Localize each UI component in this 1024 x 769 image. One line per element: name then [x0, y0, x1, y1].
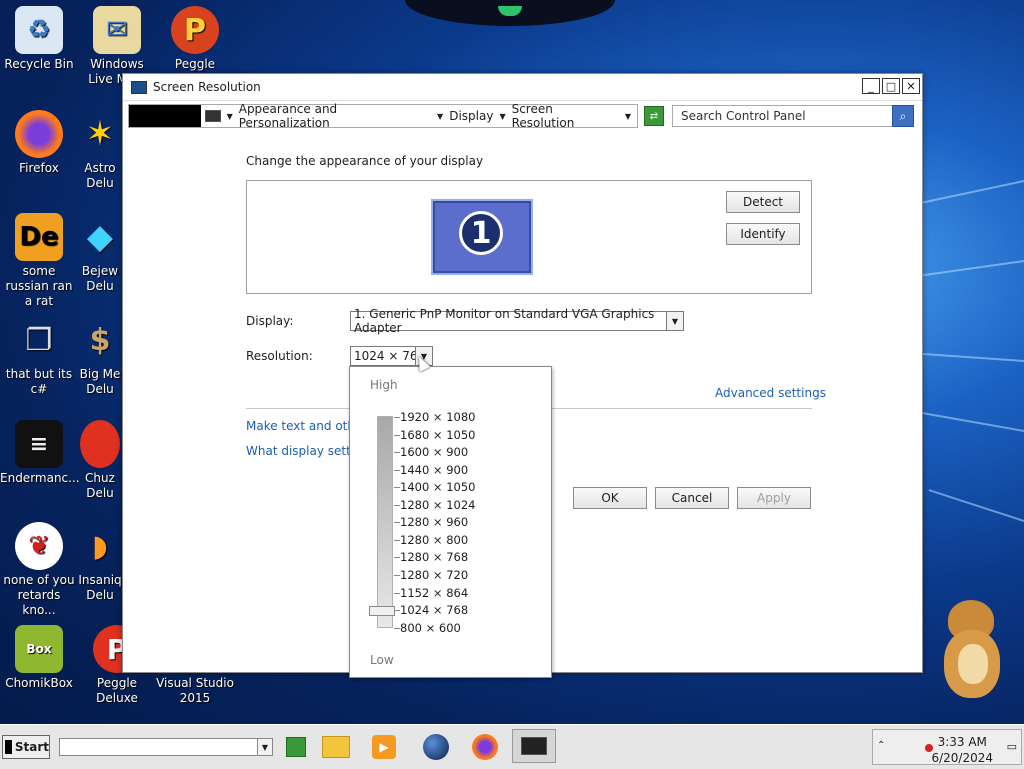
maximize-button[interactable]: □ [882, 78, 900, 94]
desktop-icon-recycle-bin[interactable]: ♻ Recycle Bin [0, 6, 78, 72]
window-title: Screen Resolution [153, 80, 261, 94]
hamster-mascot[interactable] [940, 600, 1006, 700]
dragon-icon: ❦ [15, 522, 63, 570]
resolution-option[interactable]: 1920 × 1080 [400, 410, 475, 424]
refresh-button[interactable]: ⇄ [644, 106, 664, 126]
address-bar[interactable]: ▼ Appearance and Personalization ▼ Displ… [128, 102, 638, 130]
breadcrumb-appearance[interactable]: Appearance and Personalization [239, 102, 431, 130]
peggle-icon: P [171, 6, 219, 54]
title-bar[interactable]: Screen Resolution _ □ ✕ [123, 74, 922, 100]
low-label: Low [370, 653, 394, 667]
system-tray: ⌃ 3:33 AM 6/20/2024 ▭ [872, 729, 1022, 765]
resolution-option[interactable]: 1400 × 1050 [400, 480, 475, 494]
desktop-icon-chuzzle[interactable]: Chuz Delu [78, 420, 122, 501]
resolution-slider-track[interactable] [377, 416, 393, 628]
notification-icon[interactable]: ▭ [1007, 740, 1017, 753]
breadcrumb-display[interactable]: Display [449, 109, 493, 123]
file-explorer-icon[interactable] [320, 732, 352, 762]
resolution-option[interactable]: 1280 × 720 [400, 568, 468, 582]
desktop-icon-chomikbox[interactable]: Box ChomikBox [0, 625, 78, 691]
control-panel-icon [204, 110, 221, 122]
monitor-number: 1 [459, 211, 503, 255]
resolution-dropdown: High 1920 × 1080 1680 × 1050 1600 × 900 144… [349, 366, 552, 678]
address-bar-row: ▼ Appearance and Personalization ▼ Displ… [123, 100, 922, 131]
resolution-option[interactable]: 1440 × 900 [400, 463, 468, 477]
address-dropdown-icon[interactable]: ▼ [625, 112, 631, 121]
firefox-icon [15, 110, 63, 158]
terminal-icon: ≡ [15, 420, 63, 468]
desktop-icon-none-of-you[interactable]: ❦ none of you retards kno... [0, 522, 78, 618]
ok-button[interactable]: OK [573, 487, 647, 509]
resolution-option[interactable]: 1280 × 1024 [400, 498, 475, 512]
resolution-label: Resolution: [246, 349, 313, 363]
resolution-option[interactable]: 1280 × 800 [400, 533, 468, 547]
mail-icon: ✉ [93, 6, 141, 54]
windows-stack-icon: ❐ [25, 322, 53, 358]
chevron-down-icon[interactable]: ▼ [666, 312, 683, 330]
identify-button[interactable]: Identify [726, 223, 800, 245]
desktop-icon-bejeweled[interactable]: ◆ Bejew Delu [78, 213, 122, 294]
redacted-block [129, 105, 201, 127]
app-de-icon: De [15, 213, 63, 261]
resolution-option[interactable]: 1600 × 900 [400, 445, 468, 459]
desktop-icon-astro[interactable]: ✶ Astro Delu [78, 110, 122, 191]
clock[interactable]: 3:33 AM 6/20/2024 [931, 734, 993, 766]
chevron-down-icon[interactable]: ▼ [227, 112, 233, 121]
chevron-up-icon[interactable]: ⌃ [877, 740, 885, 751]
chevron-down-icon[interactable]: ▼ [499, 112, 505, 121]
high-label: High [370, 378, 398, 392]
desktop-icon-insaniquarium[interactable]: ◗ Insaniq Delu [78, 522, 122, 603]
resolution-option[interactable]: 800 × 600 [400, 621, 461, 635]
desktop-icon-that-but-its-cs[interactable]: ❐ that but its c# [0, 316, 78, 397]
breadcrumb-screen-resolution[interactable]: Screen Resolution [512, 102, 619, 130]
media-player-icon[interactable]: ▶ [368, 732, 400, 762]
detect-button[interactable]: Detect [726, 191, 800, 213]
page-heading: Change the appearance of your display [246, 154, 484, 168]
control-panel-icon[interactable] [280, 732, 312, 762]
gem-icon: ◆ [86, 216, 114, 257]
display-select[interactable]: 1. Generic PnP Monitor on Standard VGA G… [350, 307, 684, 335]
money-bag-icon: $ [89, 322, 111, 358]
search-input[interactable]: Search Control Panel ⌕ [672, 105, 914, 127]
desktop-icon-firefox[interactable]: Firefox [0, 110, 78, 176]
recycle-bin-icon: ♻ [15, 6, 63, 54]
advanced-settings-link[interactable]: Advanced settings [715, 386, 826, 400]
monitor-icon[interactable]: 1 [431, 199, 533, 275]
chevron-down-icon[interactable]: ▼ [437, 112, 443, 121]
resolution-option[interactable]: 1024 × 768 [400, 603, 468, 617]
monitor-preview-area: 1 Detect Identify [246, 180, 812, 294]
desktop-icon-endermanch[interactable]: ≡ Endermanc... [0, 420, 80, 486]
star-icon: ✶ [85, 113, 115, 154]
taskbar: Start ▼ ▶ ⌃ 3:33 AM 6/20/2024 ▭ [0, 724, 1024, 769]
fish-icon: ◗ [92, 528, 108, 564]
firefox-icon[interactable] [469, 732, 501, 762]
display-label: Display: [246, 314, 294, 328]
cancel-button[interactable]: Cancel [655, 487, 729, 509]
minimize-button[interactable]: _ [862, 78, 880, 94]
taskbar-address-input[interactable]: ▼ [59, 738, 273, 756]
resolution-slider-thumb[interactable] [369, 606, 395, 616]
desktop-icon-some-russian[interactable]: De some russian ran a rat [0, 213, 78, 309]
hamster-box-icon: Box [15, 625, 63, 673]
resolution-option[interactable]: 1280 × 960 [400, 515, 468, 529]
close-button[interactable]: ✕ [902, 78, 920, 94]
search-icon[interactable]: ⌕ [892, 105, 914, 127]
chuzzle-icon [80, 420, 120, 468]
start-button[interactable]: Start [2, 735, 50, 759]
globe-icon[interactable] [420, 732, 452, 762]
desktop-icon-big-money[interactable]: $ Big Me Delu [78, 316, 122, 397]
resolution-option[interactable]: 1680 × 1050 [400, 428, 475, 442]
chevron-down-icon[interactable]: ▼ [257, 739, 272, 755]
display-icon [131, 80, 147, 94]
resolution-option[interactable]: 1280 × 768 [400, 550, 468, 564]
screen-resolution-icon[interactable] [512, 729, 556, 763]
start-icon [5, 740, 12, 754]
apply-button[interactable]: Apply [737, 487, 811, 509]
resolution-option[interactable]: 1152 × 864 [400, 586, 468, 600]
